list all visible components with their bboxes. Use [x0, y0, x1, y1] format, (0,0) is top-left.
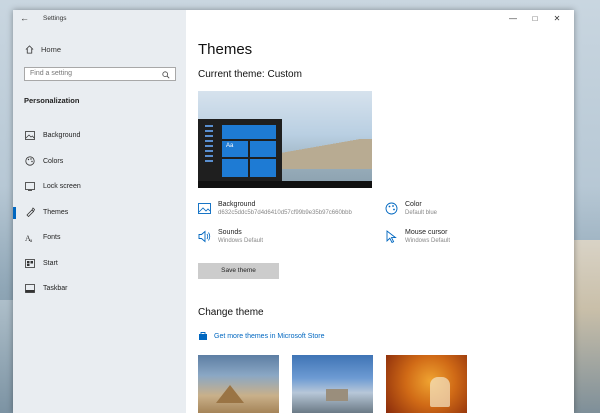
home-label: Home [41, 45, 62, 54]
color-setting[interactable]: Color Default blue [385, 201, 437, 216]
preview-hill [282, 139, 372, 169]
sounds-setting[interactable]: Sounds Windows Default [198, 229, 263, 244]
preview-tile [250, 141, 276, 157]
preview-tile [222, 159, 248, 177]
store-icon [199, 332, 207, 340]
current-theme-heading: Current theme: Custom [198, 69, 302, 80]
store-link-label: Get more themes in Microsoft Store [214, 332, 325, 340]
mouse-cursor-label: Mouse cursor [405, 229, 448, 236]
background-label: Background [218, 201, 256, 208]
sidebar-item-colors[interactable]: Colors [13, 149, 186, 175]
back-button[interactable]: ← [20, 13, 29, 23]
search-input[interactable]: Find a setting [24, 67, 176, 81]
sidebar-item-taskbar[interactable]: Taskbar [13, 276, 186, 302]
color-value: Default blue [405, 210, 438, 216]
theme-thumbnail-3[interactable] [386, 355, 467, 413]
change-theme-heading: Change theme [198, 307, 264, 318]
palette-icon [385, 202, 398, 215]
sidebar-item-fonts[interactable]: Aa Fonts [13, 225, 186, 251]
sidebar-item-background[interactable]: Background [13, 123, 186, 149]
close-button[interactable]: ✕ [546, 12, 568, 26]
search-placeholder: Find a setting [30, 70, 73, 77]
sidebar-item-label: Start [43, 259, 58, 267]
brush-icon [25, 207, 35, 218]
sidebar-item-label: Colors [43, 157, 64, 165]
window-title: Settings [43, 15, 67, 22]
background-setting[interactable]: Background d632c5ddc5b7d4d6410d57cf99b9e… [198, 201, 352, 216]
wallpaper-right [572, 240, 600, 413]
home-icon [25, 45, 34, 54]
settings-window: ← Settings Home Find a setting Personali… [13, 10, 574, 413]
palette-icon [25, 156, 35, 166]
save-theme-button[interactable]: Save theme [198, 263, 279, 279]
theme-thumbnail-2[interactable] [292, 355, 373, 413]
mouse-cursor-value: Windows Default [405, 238, 451, 244]
titlebar: ← Settings [13, 10, 186, 28]
window-controls: — □ ✕ [502, 12, 568, 26]
picture-icon [25, 131, 35, 141]
sidebar-item-lock-screen[interactable]: Lock screen [13, 174, 186, 200]
sounds-value: Windows Default [218, 238, 264, 244]
sidebar-item-label: Themes [43, 208, 69, 216]
sidebar-item-start[interactable]: Start [13, 251, 186, 277]
sidebar-item-label: Background [43, 132, 81, 140]
taskbar-icon [25, 284, 35, 294]
theme-thumbnail-1[interactable] [198, 355, 279, 413]
sidebar-item-label: Taskbar [43, 285, 68, 293]
picture-icon [198, 203, 211, 214]
sidebar-item-label: Fonts [43, 234, 61, 242]
minimize-button[interactable]: — [502, 12, 524, 26]
svg-text:a: a [30, 239, 33, 243]
sidebar: ← Settings Home Find a setting Personali… [13, 10, 186, 413]
sidebar-item-label: Lock screen [43, 183, 81, 191]
background-value: d632c5ddc5b7d4d6410d57cf99b9e35b97c660bb… [218, 210, 352, 216]
preview-aa-text: Aa [226, 143, 234, 149]
color-label: Color [405, 201, 422, 208]
theme-preview: Aa [198, 91, 372, 188]
font-icon: Aa [25, 233, 35, 243]
microsoft-store-link[interactable]: Get more themes in Microsoft Store [198, 331, 324, 341]
preview-taskbar [198, 181, 372, 188]
page-title: Themes [198, 41, 253, 58]
preview-tile [222, 125, 276, 139]
preview-start-rail [201, 122, 217, 178]
home-link[interactable]: Home [25, 45, 61, 54]
speaker-icon [198, 230, 211, 243]
search-icon[interactable] [162, 71, 170, 79]
start-icon [25, 258, 35, 268]
sounds-label: Sounds [218, 229, 242, 236]
mouse-cursor-setting[interactable]: Mouse cursor Windows Default [385, 229, 450, 244]
sidebar-nav: Background Colors Lock screen Themes A a… [13, 123, 186, 302]
section-title: Personalization [24, 96, 80, 105]
main-content: — □ ✕ Themes Current theme: Custom Aa Ba… [186, 10, 574, 413]
sidebar-item-themes[interactable]: Themes [13, 200, 186, 226]
lock-screen-icon [25, 182, 35, 192]
preview-tile [250, 159, 276, 177]
preview-start-menu: Aa [198, 119, 282, 181]
cursor-icon [386, 230, 397, 243]
maximize-button[interactable]: □ [524, 12, 546, 26]
